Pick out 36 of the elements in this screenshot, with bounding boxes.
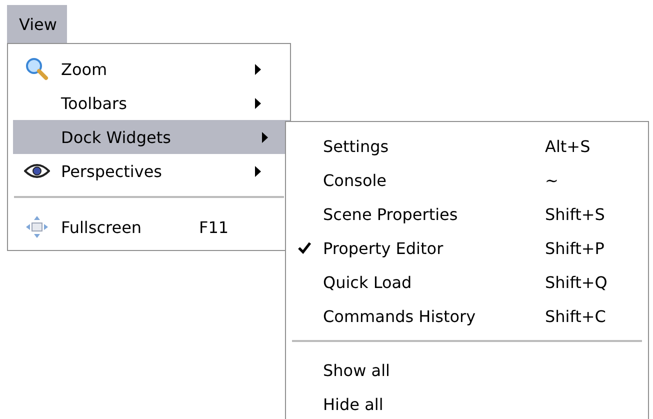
menu-item-label: Perspectives [61,162,163,180]
menu-item[interactable]: Console ~ [286,163,648,197]
eye-icon [24,163,50,179]
shortcut-label: Shift+Q [545,272,608,292]
menu-item[interactable]: Toolbars [13,86,283,120]
menu-item-label: Console [323,170,388,190]
shortcut-label: Shift+S [545,204,605,224]
menu-item-label: Hide all [323,394,384,414]
shortcut-label: Shift+P [545,238,604,258]
menu-item[interactable]: Scene Properties Shift+S [286,197,648,231]
shortcut-label: ~ [545,170,558,190]
menu-item[interactable]: Show all [286,353,648,387]
menu-item[interactable]: Dock Widgets [13,120,290,154]
menu-item-label: Zoom [61,60,108,78]
menu-item-label: Toolbars [61,94,128,112]
menu-item[interactable]: Property Editor Shift+P [286,231,648,265]
menu-item-label: Quick Load [323,272,413,292]
menu-item-label: Commands History [323,306,477,326]
menu-item[interactable]: Hide all [286,387,648,419]
shortcut-label: F11 [199,218,230,236]
menu-item-label: Show all [323,360,391,380]
menu-item[interactable]: Perspectives [13,154,283,188]
menu-item-label: Scene Properties [323,204,459,224]
menu-item-label: Settings [323,136,390,156]
menu-item-label: Property Editor [323,238,444,258]
shortcut-label: Alt+S [545,136,590,156]
move-arrows-icon [26,216,48,238]
menu-item-label: Dock Widgets [61,128,172,146]
menu-item[interactable]: Fullscreen F11 [13,210,283,244]
magnifier-icon [25,57,49,81]
menu-item[interactable]: Commands History Shift+C [286,299,648,333]
menu-item[interactable]: Quick Load Shift+Q [286,265,648,299]
menu-item[interactable]: Zoom [13,52,283,86]
shortcut-label: Shift+C [545,306,606,326]
menu-item-label: Fullscreen [61,218,143,236]
menu-title[interactable]: View [7,5,67,43]
